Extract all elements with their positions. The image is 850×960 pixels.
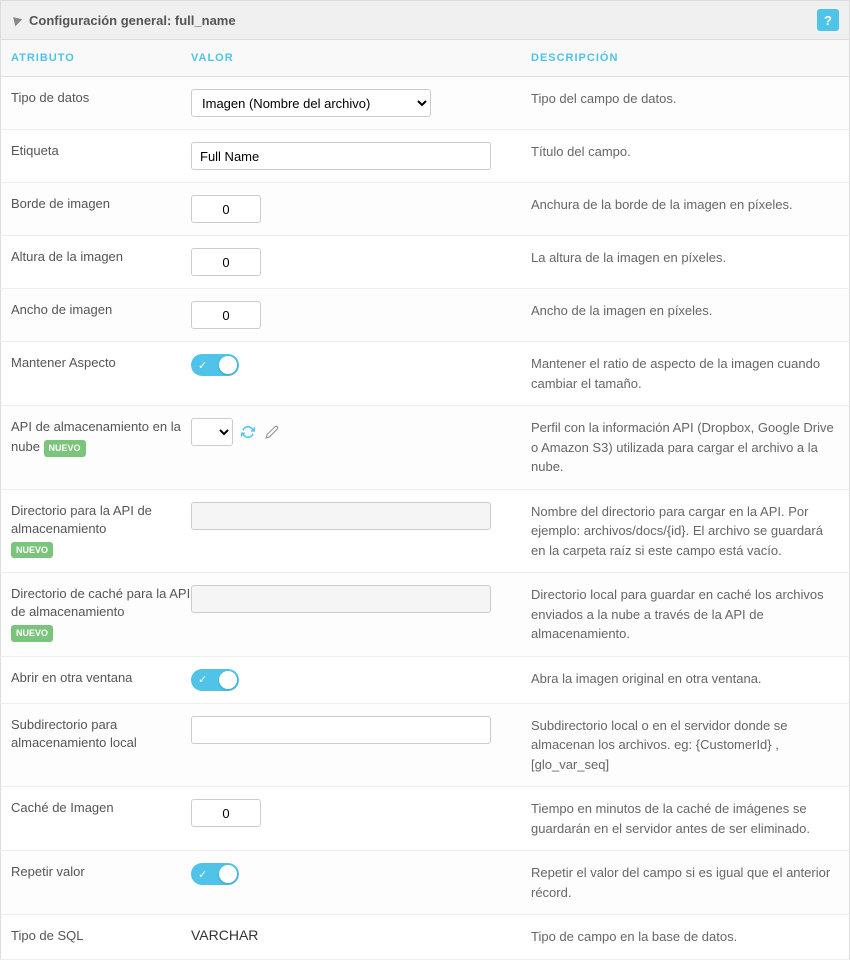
desc-text: Tipo del campo de datos. bbox=[511, 89, 839, 109]
attr-label: Etiqueta bbox=[11, 142, 191, 160]
row-tipo-sql: Tipo de SQL VARCHAR Tipo de campo en la … bbox=[0, 915, 850, 960]
attr-label: API de almacenamiento en la nube bbox=[11, 419, 181, 454]
panel-header: Configuración general: full_name ? bbox=[0, 0, 850, 40]
edit-icon[interactable] bbox=[263, 423, 281, 441]
subdir-input[interactable] bbox=[191, 716, 491, 744]
col-header-valor: VALOR bbox=[191, 52, 511, 64]
desc-text: Abra la imagen original en otra ventana. bbox=[511, 669, 839, 689]
row-repetir: Repetir valor ✓ Repetir el valor del cam… bbox=[0, 851, 850, 915]
row-abrir: Abrir en otra ventana ✓ Abra la imagen o… bbox=[0, 657, 850, 704]
row-ancho: Ancho de imagen Ancho de la imagen en pí… bbox=[0, 289, 850, 342]
desc-text: Tipo de campo en la base de datos. bbox=[511, 927, 839, 947]
abrir-toggle[interactable]: ✓ bbox=[191, 669, 239, 691]
desc-text: La altura de la imagen en píxeles. bbox=[511, 248, 839, 268]
desc-text: Nombre del directorio para cargar en la … bbox=[511, 502, 839, 561]
help-button[interactable]: ? bbox=[817, 9, 839, 31]
desc-text: Perfil con la información API (Dropbox, … bbox=[511, 418, 839, 477]
attr-label: Altura de la imagen bbox=[11, 248, 191, 266]
desc-text: Tiempo en minutos de la caché de imágene… bbox=[511, 799, 839, 838]
check-icon: ✓ bbox=[198, 868, 207, 881]
desc-text: Mantener el ratio de aspecto de la image… bbox=[511, 354, 839, 393]
ancho-input[interactable] bbox=[191, 301, 261, 329]
check-icon: ✓ bbox=[198, 673, 207, 686]
panel-title: Configuración general: full_name bbox=[29, 13, 817, 28]
check-icon: ✓ bbox=[198, 359, 207, 372]
row-etiqueta: Etiqueta Título del campo. bbox=[0, 130, 850, 183]
badge-nuevo: NUEVO bbox=[11, 542, 53, 559]
row-api: API de almacenamiento en la nube NUEVO P… bbox=[0, 406, 850, 490]
altura-input[interactable] bbox=[191, 248, 261, 276]
attr-label: Repetir valor bbox=[11, 863, 191, 881]
attr-label: Directorio de caché para la API de almac… bbox=[11, 586, 190, 619]
attr-label: Tipo de datos bbox=[11, 89, 191, 107]
attr-label: Ancho de imagen bbox=[11, 301, 191, 319]
api-select[interactable] bbox=[191, 418, 233, 446]
desc-text: Repetir el valor del campo si es igual q… bbox=[511, 863, 839, 902]
badge-nuevo: NUEVO bbox=[11, 625, 53, 642]
borde-input[interactable] bbox=[191, 195, 261, 223]
desc-text: Directorio local para guardar en caché l… bbox=[511, 585, 839, 644]
row-dir-api: Directorio para la API de almacenamiento… bbox=[0, 490, 850, 574]
attr-label: Borde de imagen bbox=[11, 195, 191, 213]
badge-nuevo: NUEVO bbox=[44, 440, 86, 457]
row-altura: Altura de la imagen La altura de la imag… bbox=[0, 236, 850, 289]
desc-text: Anchura de la borde de la imagen en píxe… bbox=[511, 195, 839, 215]
etiqueta-input[interactable] bbox=[191, 142, 491, 170]
cache-img-input[interactable] bbox=[191, 799, 261, 827]
row-borde: Borde de imagen Anchura de la borde de l… bbox=[0, 183, 850, 236]
mantener-toggle[interactable]: ✓ bbox=[191, 354, 239, 376]
row-subdir: Subdirectorio para almacenamiento local … bbox=[0, 704, 850, 788]
col-header-descripcion: DESCRIPCIÓN bbox=[511, 52, 839, 64]
row-mantener: Mantener Aspecto ✓ Mantener el ratio de … bbox=[0, 342, 850, 406]
collapse-icon[interactable] bbox=[10, 14, 23, 27]
dir-api-input bbox=[191, 502, 491, 530]
desc-text: Ancho de la imagen en píxeles. bbox=[511, 301, 839, 321]
attr-label: Directorio para la API de almacenamiento bbox=[11, 503, 152, 536]
repetir-toggle[interactable]: ✓ bbox=[191, 863, 239, 885]
attr-label: Tipo de SQL bbox=[11, 927, 191, 945]
tipo-sql-value: VARCHAR bbox=[191, 927, 258, 943]
attr-label: Subdirectorio para almacenamiento local bbox=[11, 716, 191, 752]
desc-text: Título del campo. bbox=[511, 142, 839, 162]
desc-text: Subdirectorio local o en el servidor don… bbox=[511, 716, 839, 775]
row-dir-cache: Directorio de caché para la API de almac… bbox=[0, 573, 850, 657]
attr-label: Mantener Aspecto bbox=[11, 354, 191, 372]
refresh-icon[interactable] bbox=[239, 423, 257, 441]
attr-label: Abrir en otra ventana bbox=[11, 669, 191, 687]
dir-cache-input bbox=[191, 585, 491, 613]
tipo-datos-select[interactable]: Imagen (Nombre del archivo) bbox=[191, 89, 431, 117]
row-cache-img: Caché de Imagen Tiempo en minutos de la … bbox=[0, 787, 850, 851]
column-headers: ATRIBUTO VALOR DESCRIPCIÓN bbox=[0, 40, 850, 77]
col-header-atributo: ATRIBUTO bbox=[11, 52, 191, 64]
attr-label: Caché de Imagen bbox=[11, 799, 191, 817]
row-tipo-datos: Tipo de datos Imagen (Nombre del archivo… bbox=[0, 77, 850, 130]
